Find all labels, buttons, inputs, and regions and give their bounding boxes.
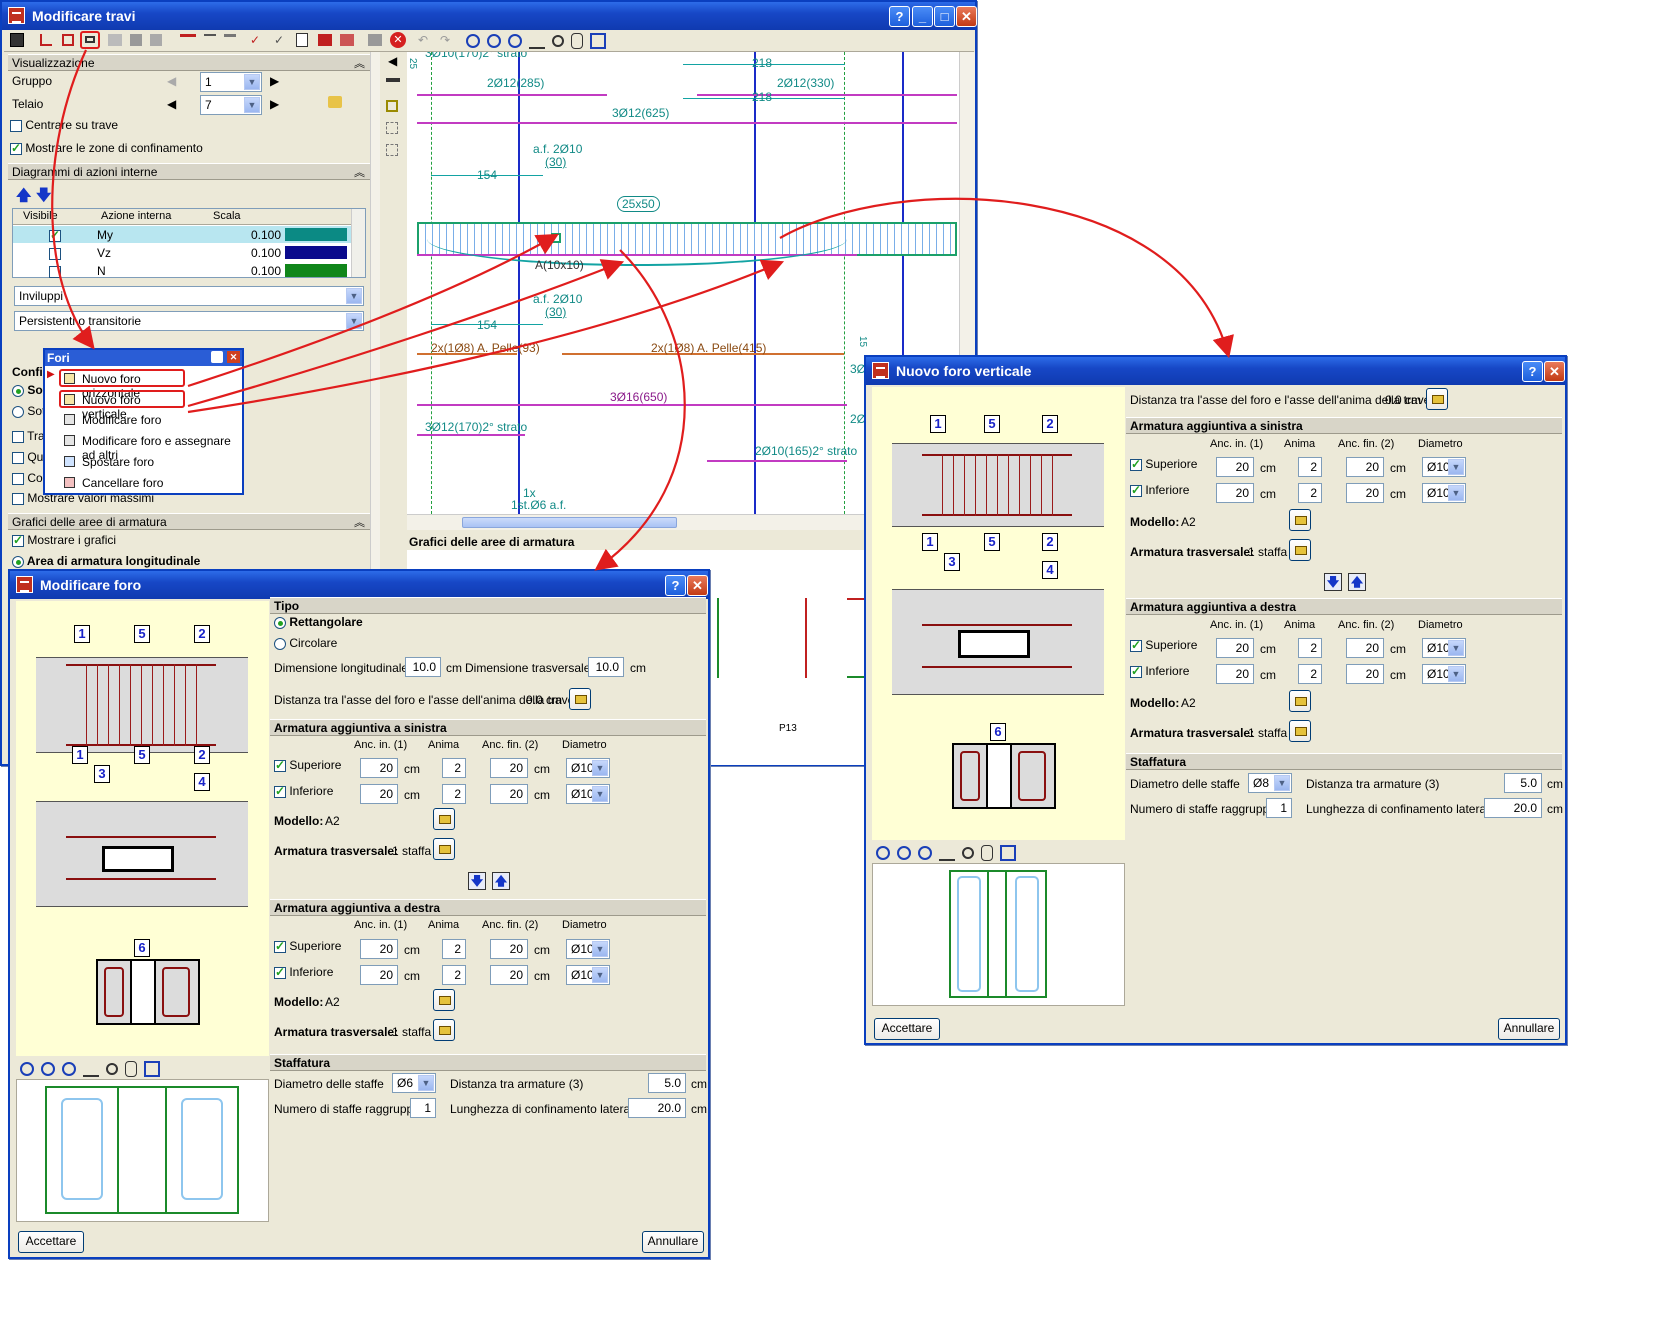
arrow-orizzontale-to-hole: [187, 233, 559, 388]
annotation-arrows: [51, 49, 1234, 571]
arrow-hole-to-verticale: [779, 197, 1234, 359]
arrow-toolbar-to-fori: [51, 49, 95, 350]
arrow-hole-to-modificare: [594, 249, 686, 571]
arrow-verticale-to-hole1: [187, 259, 625, 408]
arrow-verticale-to-hole2: [187, 259, 785, 414]
